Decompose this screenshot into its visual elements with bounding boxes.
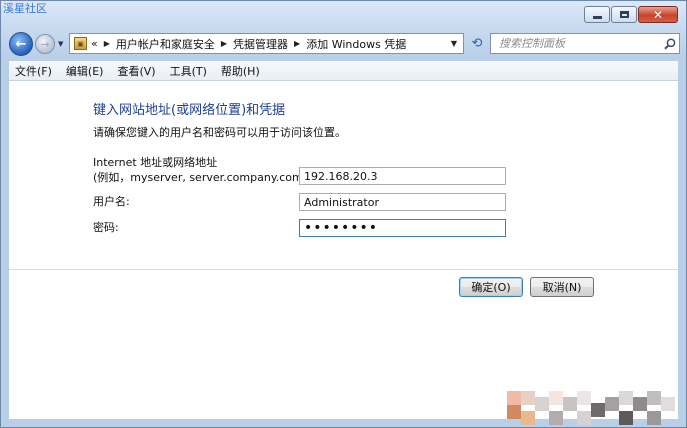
ok-button[interactable]: 确定(O) <box>459 277 523 297</box>
breadcrumb-overflow[interactable]: « <box>91 37 98 50</box>
username-label: 用户名: <box>93 195 130 208</box>
breadcrumb-separator-icon[interactable]: ▶ <box>104 39 110 48</box>
menu-file[interactable]: 文件(F) <box>15 63 52 79</box>
mosaic-block <box>535 397 549 411</box>
breadcrumb-add-windows-credential[interactable]: 添加 Windows 凭据 <box>306 36 406 52</box>
refresh-icon: ⟲ <box>471 36 483 51</box>
breadcrumb-separator-icon[interactable]: ▶ <box>221 39 227 48</box>
address-label: Internet 地址或网络地址 (例如，myserver, server.co… <box>93 155 311 185</box>
mosaic-block <box>647 391 661 405</box>
back-button[interactable]: ← <box>9 32 33 56</box>
cancel-button[interactable]: 取消(N) <box>530 277 594 297</box>
search-icon[interactable] <box>661 37 679 50</box>
mosaic-block <box>577 411 591 425</box>
credential-form: 键入网站地址(或网络位置)和凭据 请确保您键入的用户名和密码可以用于访问该位置。… <box>9 81 678 270</box>
mosaic-block <box>633 397 647 411</box>
mosaic-block <box>549 391 563 405</box>
password-label: 密码: <box>93 221 119 234</box>
address-input[interactable] <box>299 167 506 185</box>
mosaic-block <box>661 397 675 411</box>
mosaic-block <box>549 411 563 425</box>
mosaic-block <box>591 403 605 417</box>
maximize-button[interactable] <box>611 6 637 23</box>
mosaic-block <box>647 411 661 425</box>
menu-bar: 文件(F) 编辑(E) 查看(V) 工具(T) 帮助(H) <box>9 61 678 81</box>
minimize-icon <box>592 16 602 19</box>
page-title: 键入网站地址(或网络位置)和凭据 <box>93 103 286 118</box>
mosaic-block <box>577 391 591 405</box>
close-icon: ✕ <box>652 7 664 22</box>
forward-arrow-icon: → <box>40 37 50 51</box>
forward-button[interactable]: → <box>35 34 55 54</box>
address-label-line2: (例如，myserver, server.company.com): <box>93 171 311 184</box>
menu-tools[interactable]: 工具(T) <box>170 63 207 79</box>
mosaic-block <box>507 391 521 405</box>
menu-view[interactable]: 查看(V) <box>117 63 155 79</box>
menu-help[interactable]: 帮助(H) <box>221 63 260 79</box>
breadcrumb-credential-manager[interactable]: 凭据管理器 <box>233 36 288 52</box>
search-box[interactable] <box>490 33 680 54</box>
address-dropdown-icon[interactable]: ▼ <box>451 39 457 48</box>
mosaic-block <box>563 397 577 411</box>
back-arrow-icon: ← <box>15 36 27 52</box>
navigation-bar: ← → ▼ ▣ « ▶ 用户帐户和家庭安全 ▶ 凭据管理器 ▶ 添加 Windo… <box>9 32 680 56</box>
address-bar[interactable]: ▣ « ▶ 用户帐户和家庭安全 ▶ 凭据管理器 ▶ 添加 Windows 凭据 … <box>69 33 464 54</box>
close-button[interactable]: ✕ <box>638 6 678 23</box>
password-input[interactable] <box>299 219 506 237</box>
refresh-button[interactable]: ⟲ <box>468 33 486 54</box>
mosaic-overlay <box>497 383 686 427</box>
mosaic-block <box>619 411 633 425</box>
mosaic-block <box>521 391 535 405</box>
breadcrumb-user-accounts[interactable]: 用户帐户和家庭安全 <box>116 36 215 52</box>
page-subtitle: 请确保您键入的用户名和密码可以用于访问该位置。 <box>93 126 346 139</box>
address-label-line1: Internet 地址或网络地址 <box>93 156 218 169</box>
maximize-icon <box>619 11 629 18</box>
minimize-button[interactable] <box>584 6 610 23</box>
breadcrumb-separator-icon[interactable]: ▶ <box>294 39 300 48</box>
mosaic-block <box>507 405 521 419</box>
menu-edit[interactable]: 编辑(E) <box>66 63 104 79</box>
recent-pages-dropdown[interactable]: ▼ <box>58 40 63 48</box>
credential-manager-window: 溪星社区 ✕ ← → ▼ ▣ « ▶ 用户帐户和家庭安全 ▶ 凭据管理器 ▶ 添… <box>0 0 687 428</box>
mosaic-block <box>605 397 619 411</box>
window-caption-buttons: ✕ <box>584 6 678 23</box>
control-panel-icon: ▣ <box>74 37 87 50</box>
mosaic-block <box>521 411 535 425</box>
search-input[interactable] <box>499 37 661 50</box>
username-input[interactable] <box>299 193 506 211</box>
mosaic-block <box>619 391 633 405</box>
watermark-text: 溪星社区 <box>3 2 47 15</box>
